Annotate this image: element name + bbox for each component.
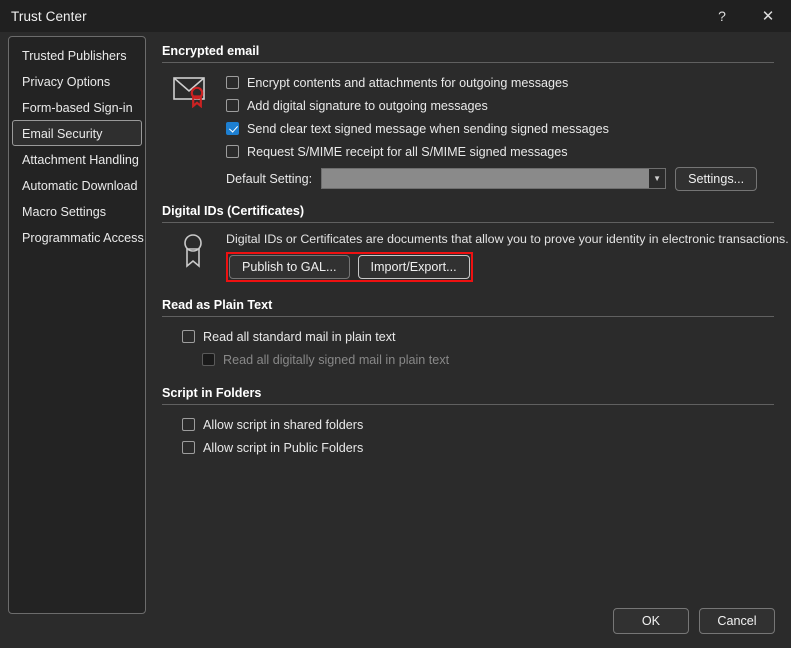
divider (162, 404, 774, 405)
divider (162, 316, 774, 317)
checkbox-encrypt-contents[interactable] (226, 76, 239, 89)
sidebar-item-form-based-sign-in[interactable]: Form-based Sign-in (12, 94, 142, 120)
envelope-certificate-icon (172, 74, 212, 113)
dialog-footer: OK Cancel (613, 608, 775, 634)
checkbox-label-script-shared-folders: Allow script in shared folders (203, 417, 364, 432)
settings-button[interactable]: Settings... (675, 166, 758, 191)
checkbox-row-script-public-folders[interactable]: Allow script in Public Folders (182, 437, 774, 458)
certificate-ribbon-icon (180, 232, 206, 275)
section-heading-script-in-folders: Script in Folders (162, 386, 262, 400)
publish-to-gal-button[interactable]: Publish to GAL... (229, 255, 350, 279)
sidebar-item-privacy-options[interactable]: Privacy Options (12, 68, 142, 94)
checkbox-add-digital-signature[interactable] (226, 99, 239, 112)
trust-center-dialog: Trust Center ? ✕ Trusted Publishers Priv… (0, 0, 791, 648)
sidebar-item-programmatic-access[interactable]: Programmatic Access (12, 224, 144, 250)
ok-button[interactable]: OK (613, 608, 689, 634)
divider (162, 222, 774, 223)
checkbox-script-shared-folders[interactable] (182, 418, 195, 431)
chevron-down-icon[interactable]: ▼ (649, 169, 666, 188)
section-heading-encrypted-email: Encrypted email (162, 44, 260, 58)
close-icon[interactable]: ✕ (745, 0, 791, 32)
section-heading-read-as-plain-text: Read as Plain Text (162, 298, 273, 312)
checkbox-row-request-smime-receipt[interactable]: Request S/MIME receipt for all S/MIME si… (226, 141, 774, 162)
section-script-in-folders: Script in Folders Allow script in shared… (162, 386, 774, 458)
sidebar-item-automatic-download[interactable]: Automatic Download (12, 172, 142, 198)
sidebar-item-macro-settings[interactable]: Macro Settings (12, 198, 142, 224)
divider (162, 62, 774, 63)
checkbox-label-script-public-folders: Allow script in Public Folders (203, 440, 364, 455)
digital-ids-button-group: Publish to GAL... Import/Export... (226, 252, 473, 282)
checkbox-label-encrypt-contents: Encrypt contents and attachments for out… (247, 75, 569, 90)
checkbox-row-encrypt-contents[interactable]: Encrypt contents and attachments for out… (226, 72, 774, 93)
window-title: Trust Center (11, 8, 87, 24)
sidebar-item-attachment-handling[interactable]: Attachment Handling (12, 146, 142, 172)
settings-content: Encrypted email Encrypt contents and att… (162, 44, 789, 462)
default-setting-row: Default Setting: ▼ Settings... (226, 166, 774, 191)
default-setting-label: Default Setting: (226, 171, 313, 186)
digital-ids-description: Digital IDs or Certificates are document… (226, 232, 789, 246)
help-icon[interactable]: ? (699, 0, 745, 32)
checkbox-row-send-clear-text[interactable]: Send clear text signed message when send… (226, 118, 774, 139)
category-sidebar[interactable]: Trusted Publishers Privacy Options Form-… (8, 36, 146, 614)
title-bar: Trust Center ? ✕ (0, 0, 791, 32)
checkbox-send-clear-text[interactable] (226, 122, 239, 135)
checkbox-label-read-signed-mail: Read all digitally signed mail in plain … (223, 352, 450, 367)
sidebar-item-trusted-publishers[interactable]: Trusted Publishers (12, 42, 142, 68)
checkbox-label-request-smime-receipt: Request S/MIME receipt for all S/MIME si… (247, 144, 568, 159)
checkbox-request-smime-receipt[interactable] (226, 145, 239, 158)
checkbox-label-send-clear-text: Send clear text signed message when send… (247, 121, 609, 136)
cancel-button[interactable]: Cancel (699, 608, 775, 634)
section-digital-ids: Digital IDs (Certificates) Digital IDs o… (162, 204, 789, 282)
checkbox-script-public-folders[interactable] (182, 441, 195, 454)
sidebar-item-email-security[interactable]: Email Security (12, 120, 142, 146)
default-setting-dropdown[interactable]: ▼ (321, 168, 667, 189)
checkbox-row-add-digital-signature[interactable]: Add digital signature to outgoing messag… (226, 95, 774, 116)
section-read-as-plain-text: Read as Plain Text Read all standard mai… (162, 298, 774, 370)
checkbox-row-script-shared-folders[interactable]: Allow script in shared folders (182, 414, 774, 435)
checkbox-row-read-standard-mail[interactable]: Read all standard mail in plain text (182, 326, 774, 347)
checkbox-read-standard-mail[interactable] (182, 330, 195, 343)
section-heading-digital-ids: Digital IDs (Certificates) (162, 204, 305, 218)
checkbox-label-add-digital-signature: Add digital signature to outgoing messag… (247, 98, 488, 113)
checkbox-read-signed-mail (202, 353, 215, 366)
section-encrypted-email: Encrypted email Encrypt contents and att… (162, 44, 774, 191)
checkbox-label-read-standard-mail: Read all standard mail in plain text (203, 329, 396, 344)
import-export-button[interactable]: Import/Export... (357, 255, 470, 279)
checkbox-row-read-signed-mail: Read all digitally signed mail in plain … (182, 349, 774, 370)
default-setting-value (322, 169, 650, 188)
